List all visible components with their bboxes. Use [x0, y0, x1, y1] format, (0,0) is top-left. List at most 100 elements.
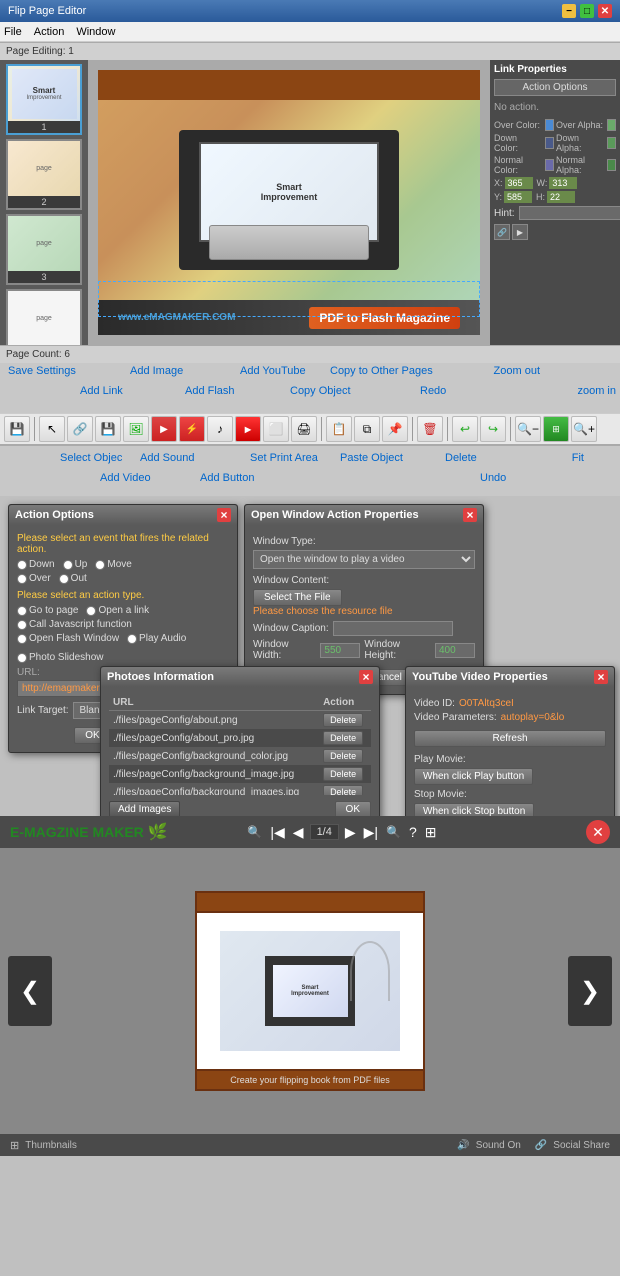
- photo-action-cell: Delete: [319, 765, 371, 783]
- social-share-label[interactable]: Social Share: [553, 1140, 610, 1151]
- save-button[interactable]: 💾: [4, 416, 30, 442]
- hint-row: Hint:: [494, 206, 616, 220]
- action-js[interactable]: Call Javascript function: [17, 619, 132, 630]
- close-button[interactable]: ✕: [598, 4, 612, 18]
- redo-button[interactable]: ↪: [480, 416, 506, 442]
- link-icon-2[interactable]: ▶: [512, 224, 528, 240]
- viewer-prev-button[interactable]: ❮: [8, 956, 52, 1026]
- event-over[interactable]: Over: [17, 573, 51, 584]
- menu-action[interactable]: Action: [34, 26, 65, 38]
- delete-photo-button[interactable]: Delete: [323, 731, 363, 745]
- copy-obj-button[interactable]: ⧉: [354, 416, 380, 442]
- delete-photo-button[interactable]: Delete: [323, 713, 363, 727]
- bottom-annotations: Select Objec Add Sound Set Print Area Pa…: [0, 446, 620, 496]
- thumbnails-label[interactable]: Thumbnails: [25, 1140, 77, 1151]
- decorative-arm: [350, 941, 390, 1001]
- viewer-last[interactable]: ▶|: [362, 824, 380, 841]
- select-file-button[interactable]: Select The File: [253, 589, 342, 606]
- over-alpha-swatch[interactable]: [607, 119, 616, 131]
- annotation-fit: Fit: [572, 452, 584, 464]
- window-height-input[interactable]: [435, 643, 475, 658]
- viewer-next-button[interactable]: ❯: [568, 956, 612, 1026]
- thumbnail-4[interactable]: page 4: [6, 289, 82, 345]
- play-movie-button[interactable]: When click Play button: [414, 768, 533, 785]
- action-options-button[interactable]: Action Options: [494, 79, 616, 96]
- copy-pages-button[interactable]: 📋: [326, 416, 352, 442]
- page-indicator: 1/4: [310, 824, 339, 840]
- flash-button[interactable]: ⚡: [179, 416, 205, 442]
- hint-input[interactable]: [519, 206, 620, 220]
- refresh-button[interactable]: Refresh: [414, 730, 606, 747]
- window-caption-label: Window Caption:: [253, 623, 329, 634]
- save2-button[interactable]: 💾: [95, 416, 121, 442]
- delete-button[interactable]: 🗑: [417, 416, 443, 442]
- youtube-button[interactable]: ▶: [235, 416, 261, 442]
- viewer-zoom-out[interactable]: 🔍: [245, 825, 264, 839]
- viewer-next-ctrl[interactable]: ▶: [343, 824, 358, 841]
- photos-col-action: Action: [319, 695, 371, 711]
- down-color-swatch[interactable]: [545, 137, 554, 149]
- action-options-close[interactable]: ×: [217, 508, 231, 522]
- link-icon-1[interactable]: 🔗: [494, 224, 510, 240]
- link-button[interactable]: 🔗: [67, 416, 93, 442]
- action-audio[interactable]: Play Audio: [127, 633, 186, 644]
- book-page: SmartImprovement: [195, 911, 425, 1071]
- table-row: ./files/pageConfig/background_color.jpgD…: [109, 747, 371, 765]
- window-type-select[interactable]: Open the window to play a video: [253, 550, 475, 569]
- annotation-save-settings: Save Settings: [8, 365, 76, 377]
- minimize-button[interactable]: −: [562, 4, 576, 18]
- sound-on-label[interactable]: Sound On: [476, 1140, 521, 1151]
- action-openlink[interactable]: Open a link: [86, 605, 149, 616]
- zoom-out-button[interactable]: 🔍−: [515, 416, 541, 442]
- page-top-banner: [98, 70, 480, 100]
- print-button[interactable]: 🖨: [291, 416, 317, 442]
- maximize-button[interactable]: □: [580, 4, 594, 18]
- window-caption-input[interactable]: [333, 621, 453, 636]
- over-color-swatch[interactable]: [545, 119, 554, 131]
- zoom-in-button[interactable]: 🔍+: [571, 416, 597, 442]
- thumbnail-panel: Smart Improvement 1 page 2 page 3 page 4: [0, 60, 88, 345]
- event-out[interactable]: Out: [59, 573, 87, 584]
- choose-resource-text: Please choose the resource file: [253, 606, 475, 617]
- link-icon-row: 🔗 ▶: [494, 224, 616, 240]
- normal-alpha-swatch[interactable]: [607, 159, 616, 171]
- paste-button[interactable]: 📌: [382, 416, 408, 442]
- link-properties-panel: Link Properties Action Options No action…: [490, 60, 620, 345]
- normal-color-swatch[interactable]: [545, 159, 554, 171]
- menu-file[interactable]: File: [4, 26, 22, 38]
- button-button[interactable]: ⬜: [263, 416, 289, 442]
- photos-close[interactable]: ×: [359, 670, 373, 684]
- viewer-close-button[interactable]: ✕: [586, 820, 610, 844]
- select-button[interactable]: ↖: [39, 416, 65, 442]
- photos-body: URL Action ./files/pageConfig/about.pngD…: [101, 687, 379, 826]
- delete-photo-button[interactable]: Delete: [323, 785, 363, 795]
- viewer-zoom-in2[interactable]: 🔍: [384, 825, 403, 839]
- thumbnail-2[interactable]: page 2: [6, 139, 82, 210]
- fit-button[interactable]: ⊞: [543, 416, 569, 442]
- delete-photo-button[interactable]: Delete: [323, 749, 363, 763]
- viewer-first[interactable]: |◀: [268, 824, 286, 841]
- viewer-prev[interactable]: ◀: [291, 824, 306, 841]
- undo-button[interactable]: ↩: [452, 416, 478, 442]
- event-move[interactable]: Move: [95, 559, 131, 570]
- thumbnail-1[interactable]: Smart Improvement 1: [6, 64, 82, 135]
- viewer-help[interactable]: ?: [407, 824, 419, 840]
- x-value: 365: [505, 177, 533, 189]
- action-slideshow[interactable]: Photo Slideshow: [17, 652, 104, 663]
- action-goto[interactable]: Go to page: [17, 605, 78, 616]
- open-window-close[interactable]: ×: [463, 508, 477, 522]
- action-flash[interactable]: Open Flash Window: [17, 633, 119, 644]
- menu-window[interactable]: Window: [76, 26, 115, 38]
- event-up[interactable]: Up: [63, 559, 88, 570]
- delete-photo-button[interactable]: Delete: [323, 767, 363, 781]
- youtube-close[interactable]: ×: [594, 670, 608, 684]
- window-width-input[interactable]: [320, 643, 360, 658]
- thumbnail-3[interactable]: page 3: [6, 214, 82, 285]
- sound-button[interactable]: ♪: [207, 416, 233, 442]
- youtube-title: YouTube Video Properties ×: [406, 667, 614, 687]
- down-alpha-swatch[interactable]: [607, 137, 616, 149]
- image-button[interactable]: 🖼: [123, 416, 149, 442]
- event-down[interactable]: Down: [17, 559, 55, 570]
- video-button[interactable]: ▶: [151, 416, 177, 442]
- viewer-fullscreen[interactable]: ⊞: [423, 824, 439, 841]
